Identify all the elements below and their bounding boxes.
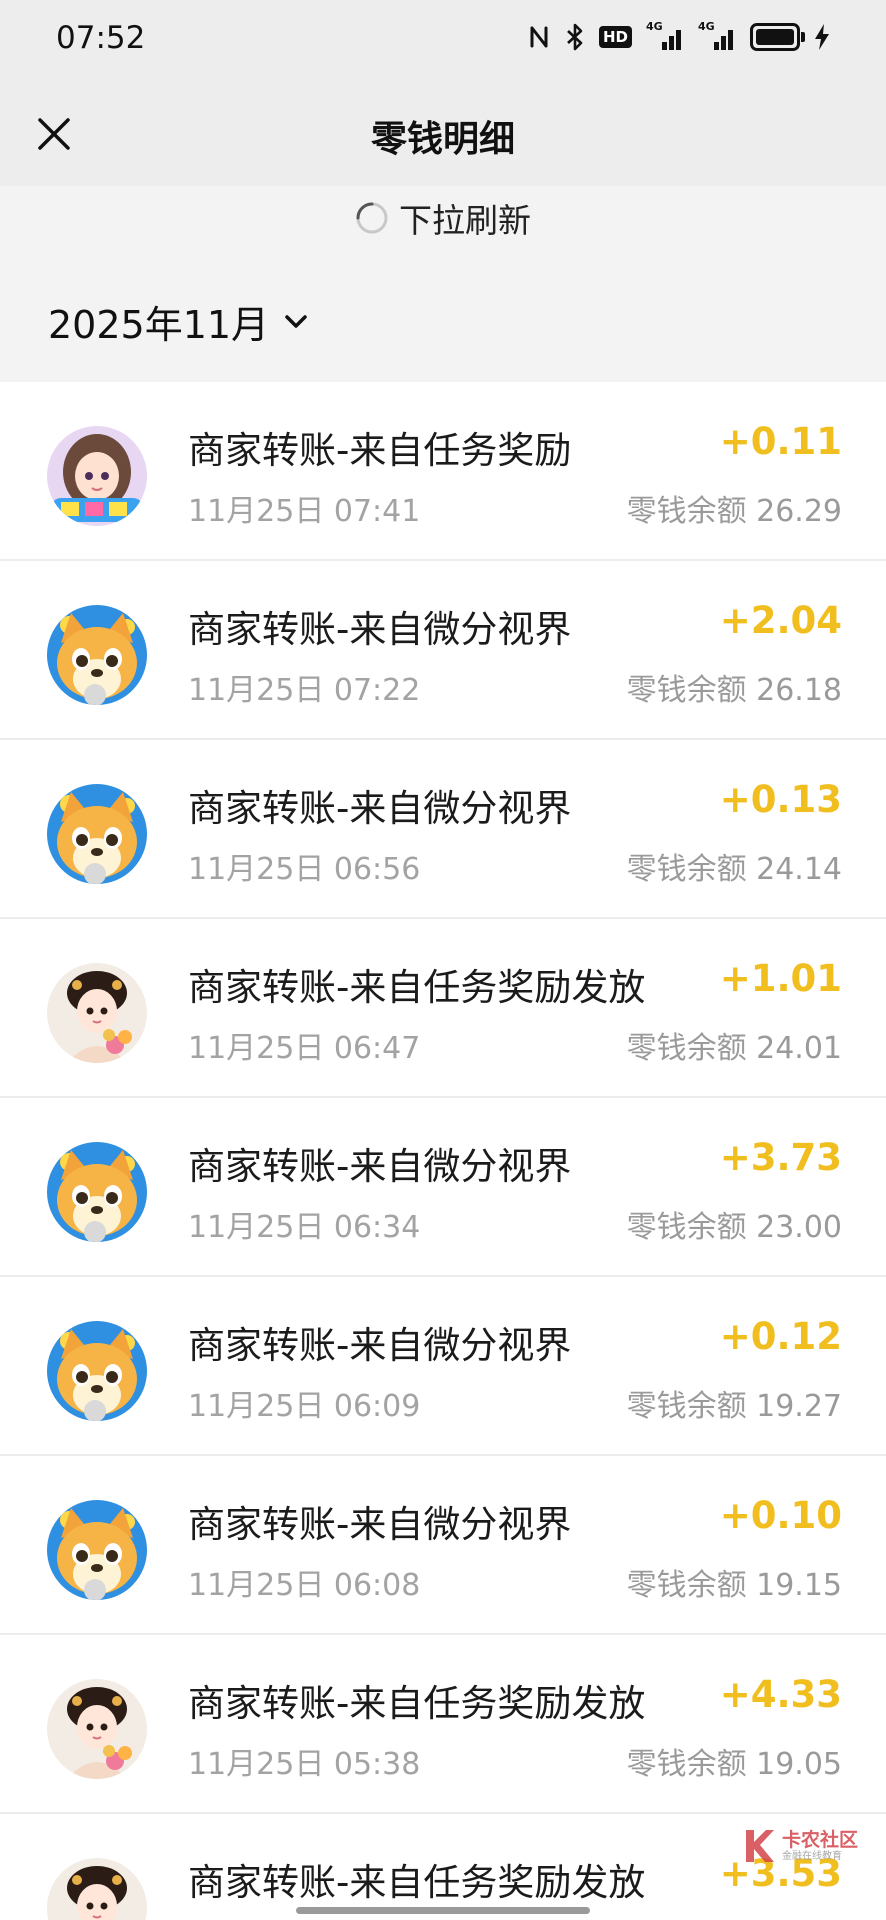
status-time: 07:52 [56, 20, 146, 56]
transaction-amount: +0.12 [719, 1315, 842, 1358]
transaction-amount: +4.33 [719, 1673, 842, 1716]
loading-spinner-icon [356, 202, 388, 234]
transaction-balance: 零钱余额 26.18 [626, 673, 842, 708]
transaction-balance: 零钱余额 19.15 [626, 1568, 842, 1603]
transaction-row[interactable]: 商家转账-来自任务奖励 11月25日 07:41 +0.11 零钱余额 26.2… [0, 382, 886, 561]
transaction-title: 商家转账-来自微分视界 [188, 787, 572, 830]
transaction-amount: +3.73 [719, 1136, 842, 1179]
transaction-time: 11月25日 07:41 [188, 494, 421, 529]
battery-icon [750, 23, 805, 51]
transaction-amount: +0.13 [719, 778, 842, 821]
transaction-row[interactable]: 商家转账-来自微分视界 11月25日 06:08 +0.10 零钱余额 19.1… [0, 1456, 886, 1635]
month-filter-button[interactable]: 2025年11月 [48, 294, 309, 349]
transaction-title: 商家转账-来自微分视界 [188, 608, 572, 651]
network-type-label: 4G [646, 20, 663, 33]
transaction-amount: +2.04 [719, 599, 842, 642]
princess-avatar [47, 963, 147, 1063]
transaction-amount: +0.11 [719, 420, 842, 463]
transaction-time: 11月25日 06:08 [188, 1568, 421, 1603]
page-title: 零钱明细 [370, 119, 515, 160]
transaction-time: 11月25日 06:34 [188, 1210, 421, 1245]
transaction-balance: 零钱余额 19.05 [626, 1747, 842, 1782]
transaction-amount: +0.10 [719, 1494, 842, 1537]
refresh-label: 下拉刷新 [399, 201, 531, 240]
transaction-title: 商家转账-来自任务奖励 [188, 429, 572, 472]
bluetooth-icon [567, 23, 583, 51]
transaction-title: 商家转账-来自任务奖励发放 [188, 966, 646, 1009]
pull-to-refresh: 下拉刷新 [0, 194, 886, 242]
transaction-row[interactable]: 商家转账-来自微分视界 11月25日 06:09 +0.12 零钱余额 19.2… [0, 1277, 886, 1456]
transaction-list: 商家转账-来自任务奖励 11月25日 07:41 +0.11 零钱余额 26.2… [0, 382, 886, 1920]
transaction-time: 11月25日 06:09 [188, 1389, 421, 1424]
network-type-label: 4G [698, 20, 715, 33]
shiba-dog-avatar [47, 784, 147, 884]
signal-4g-icon: 4G [698, 20, 736, 52]
signal-4g-icon: 4G [646, 20, 684, 52]
watermark-title: 卡农社区 [781, 1829, 858, 1851]
transaction-amount: +1.01 [719, 957, 842, 1000]
shiba-dog-avatar [47, 605, 147, 705]
transaction-title: 商家转账-来自微分视界 [188, 1145, 572, 1188]
transaction-title: 商家转账-来自微分视界 [188, 1324, 572, 1367]
watermark-text: 卡农社区 金融在线教育 [782, 1829, 858, 1863]
transaction-balance: 零钱余额 19.27 [626, 1389, 842, 1424]
transaction-balance: 零钱余额 24.14 [626, 852, 842, 887]
watermark-k-icon [745, 1830, 774, 1862]
princess-avatar [47, 1858, 147, 1920]
transaction-row[interactable]: 商家转账-来自微分视界 11月25日 06:56 +0.13 零钱余额 24.1… [0, 740, 886, 919]
anime-girl-avatar [47, 426, 147, 526]
hd-icon: HD [598, 26, 632, 48]
transaction-title: 商家转账-来自任务奖励发放 [188, 1861, 646, 1904]
transaction-row[interactable]: 商家转账-来自微分视界 11月25日 06:34 +3.73 零钱余额 23.0… [0, 1098, 886, 1277]
transaction-time: 11月25日 06:56 [188, 852, 421, 887]
watermark-subtitle: 金融在线教育 [781, 1851, 842, 1862]
nav-header: 零钱明细 [0, 80, 886, 186]
transaction-balance: 零钱余额 26.29 [626, 494, 842, 529]
transaction-title: 商家转账-来自任务奖励发放 [188, 1682, 646, 1725]
status-icons: HD 4G 4G [529, 20, 830, 52]
transaction-balance: 零钱余额 23.00 [626, 1210, 842, 1245]
transaction-time: 11月25日 07:22 [188, 673, 421, 708]
transaction-row[interactable]: 商家转账-来自任务奖励发放 11月25日 06:47 +1.01 零钱余额 24… [0, 919, 886, 1098]
transaction-time: 11月25日 05:38 [188, 1747, 421, 1782]
transaction-time: 11月25日 06:47 [188, 1031, 421, 1066]
refresh-zone: 下拉刷新 2025年11月 [0, 186, 886, 382]
shiba-dog-avatar [47, 1321, 147, 1421]
transaction-row[interactable]: 商家转账-来自任务奖励发放 11月25日 05:38 +4.33 零钱余额 19… [0, 1635, 886, 1814]
transaction-balance: 零钱余额 24.01 [626, 1031, 842, 1066]
month-label: 2025年11月 [48, 303, 270, 347]
watermark-logo: 卡农社区 金融在线教育 [742, 1828, 858, 1864]
home-indicator[interactable] [296, 1907, 590, 1914]
transaction-title: 商家转账-来自微分视界 [188, 1503, 572, 1546]
shiba-dog-avatar [47, 1500, 147, 1600]
transaction-row[interactable]: 商家转账-来自微分视界 11月25日 07:22 +2.04 零钱余额 26.1… [0, 561, 886, 740]
nfc-icon [530, 26, 548, 48]
shiba-dog-avatar [47, 1142, 147, 1242]
charging-icon [815, 24, 829, 50]
princess-avatar [47, 1679, 147, 1779]
chevron-down-icon [285, 314, 307, 328]
status-bar: 07:52 HD 4G 4G [0, 0, 886, 80]
